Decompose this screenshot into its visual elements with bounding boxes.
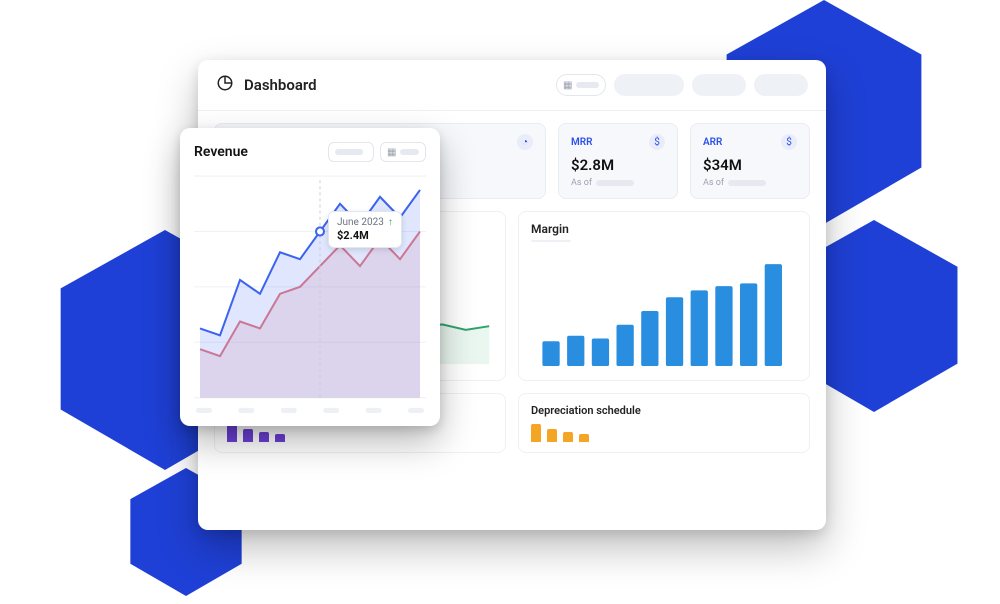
depreciation-card[interactable]: Depreciation schedule (518, 393, 810, 453)
revenue-chart: June 2023 ↑ $2.4M (194, 172, 426, 416)
revenue-date-filter[interactable]: ▦ (380, 142, 426, 162)
asof-label: As of (703, 178, 724, 188)
stat-label: MRR (571, 137, 592, 148)
page-title: Dashboard (244, 76, 317, 94)
stat-label: ARR (703, 137, 722, 148)
tooltip-date: June 2023 (337, 217, 384, 228)
calendar-icon: ▦ (563, 80, 572, 91)
main-header: Dashboard ▦ (198, 60, 826, 111)
header-pill-3[interactable] (754, 74, 808, 96)
stat-card-mrr[interactable]: MRR $ $2.8M As of (558, 123, 678, 199)
revenue-title: Revenue (194, 144, 248, 160)
stat-card-arr[interactable]: ARR $ $34M As of (690, 123, 810, 199)
stat-value: $2.8M (571, 156, 665, 174)
sched-title: Depreciation schedule (531, 404, 797, 417)
depreciation-bars (531, 424, 797, 442)
asof-label: As of (571, 178, 592, 188)
dollar-icon: $ (781, 134, 797, 150)
clock-icon: ◔ (517, 134, 533, 150)
stat-value: $34M (703, 156, 797, 174)
tooltip-value: $2.4M (337, 229, 393, 242)
date-filter-button[interactable]: ▦ (556, 74, 606, 96)
margin-chart (531, 250, 797, 368)
header-controls: ▦ (556, 74, 808, 96)
header-pill-1[interactable] (614, 74, 684, 96)
chart-title: Margin (531, 222, 797, 236)
revenue-popout: Revenue ▦ June 2023 ↑ $2.4M (180, 128, 440, 426)
revenue-filter-1[interactable] (328, 142, 374, 162)
dollar-icon: $ (649, 134, 665, 150)
chart-sublabel-skeleton (531, 240, 571, 242)
calendar-icon: ▦ (387, 147, 396, 158)
trend-up-icon: ↑ (388, 217, 393, 228)
header-pill-2[interactable] (692, 74, 746, 96)
margin-card[interactable]: Margin (518, 211, 810, 381)
recognition-bars (227, 424, 493, 442)
revenue-tooltip: June 2023 ↑ $2.4M (328, 211, 402, 248)
dashboard-logo-icon (216, 74, 234, 96)
